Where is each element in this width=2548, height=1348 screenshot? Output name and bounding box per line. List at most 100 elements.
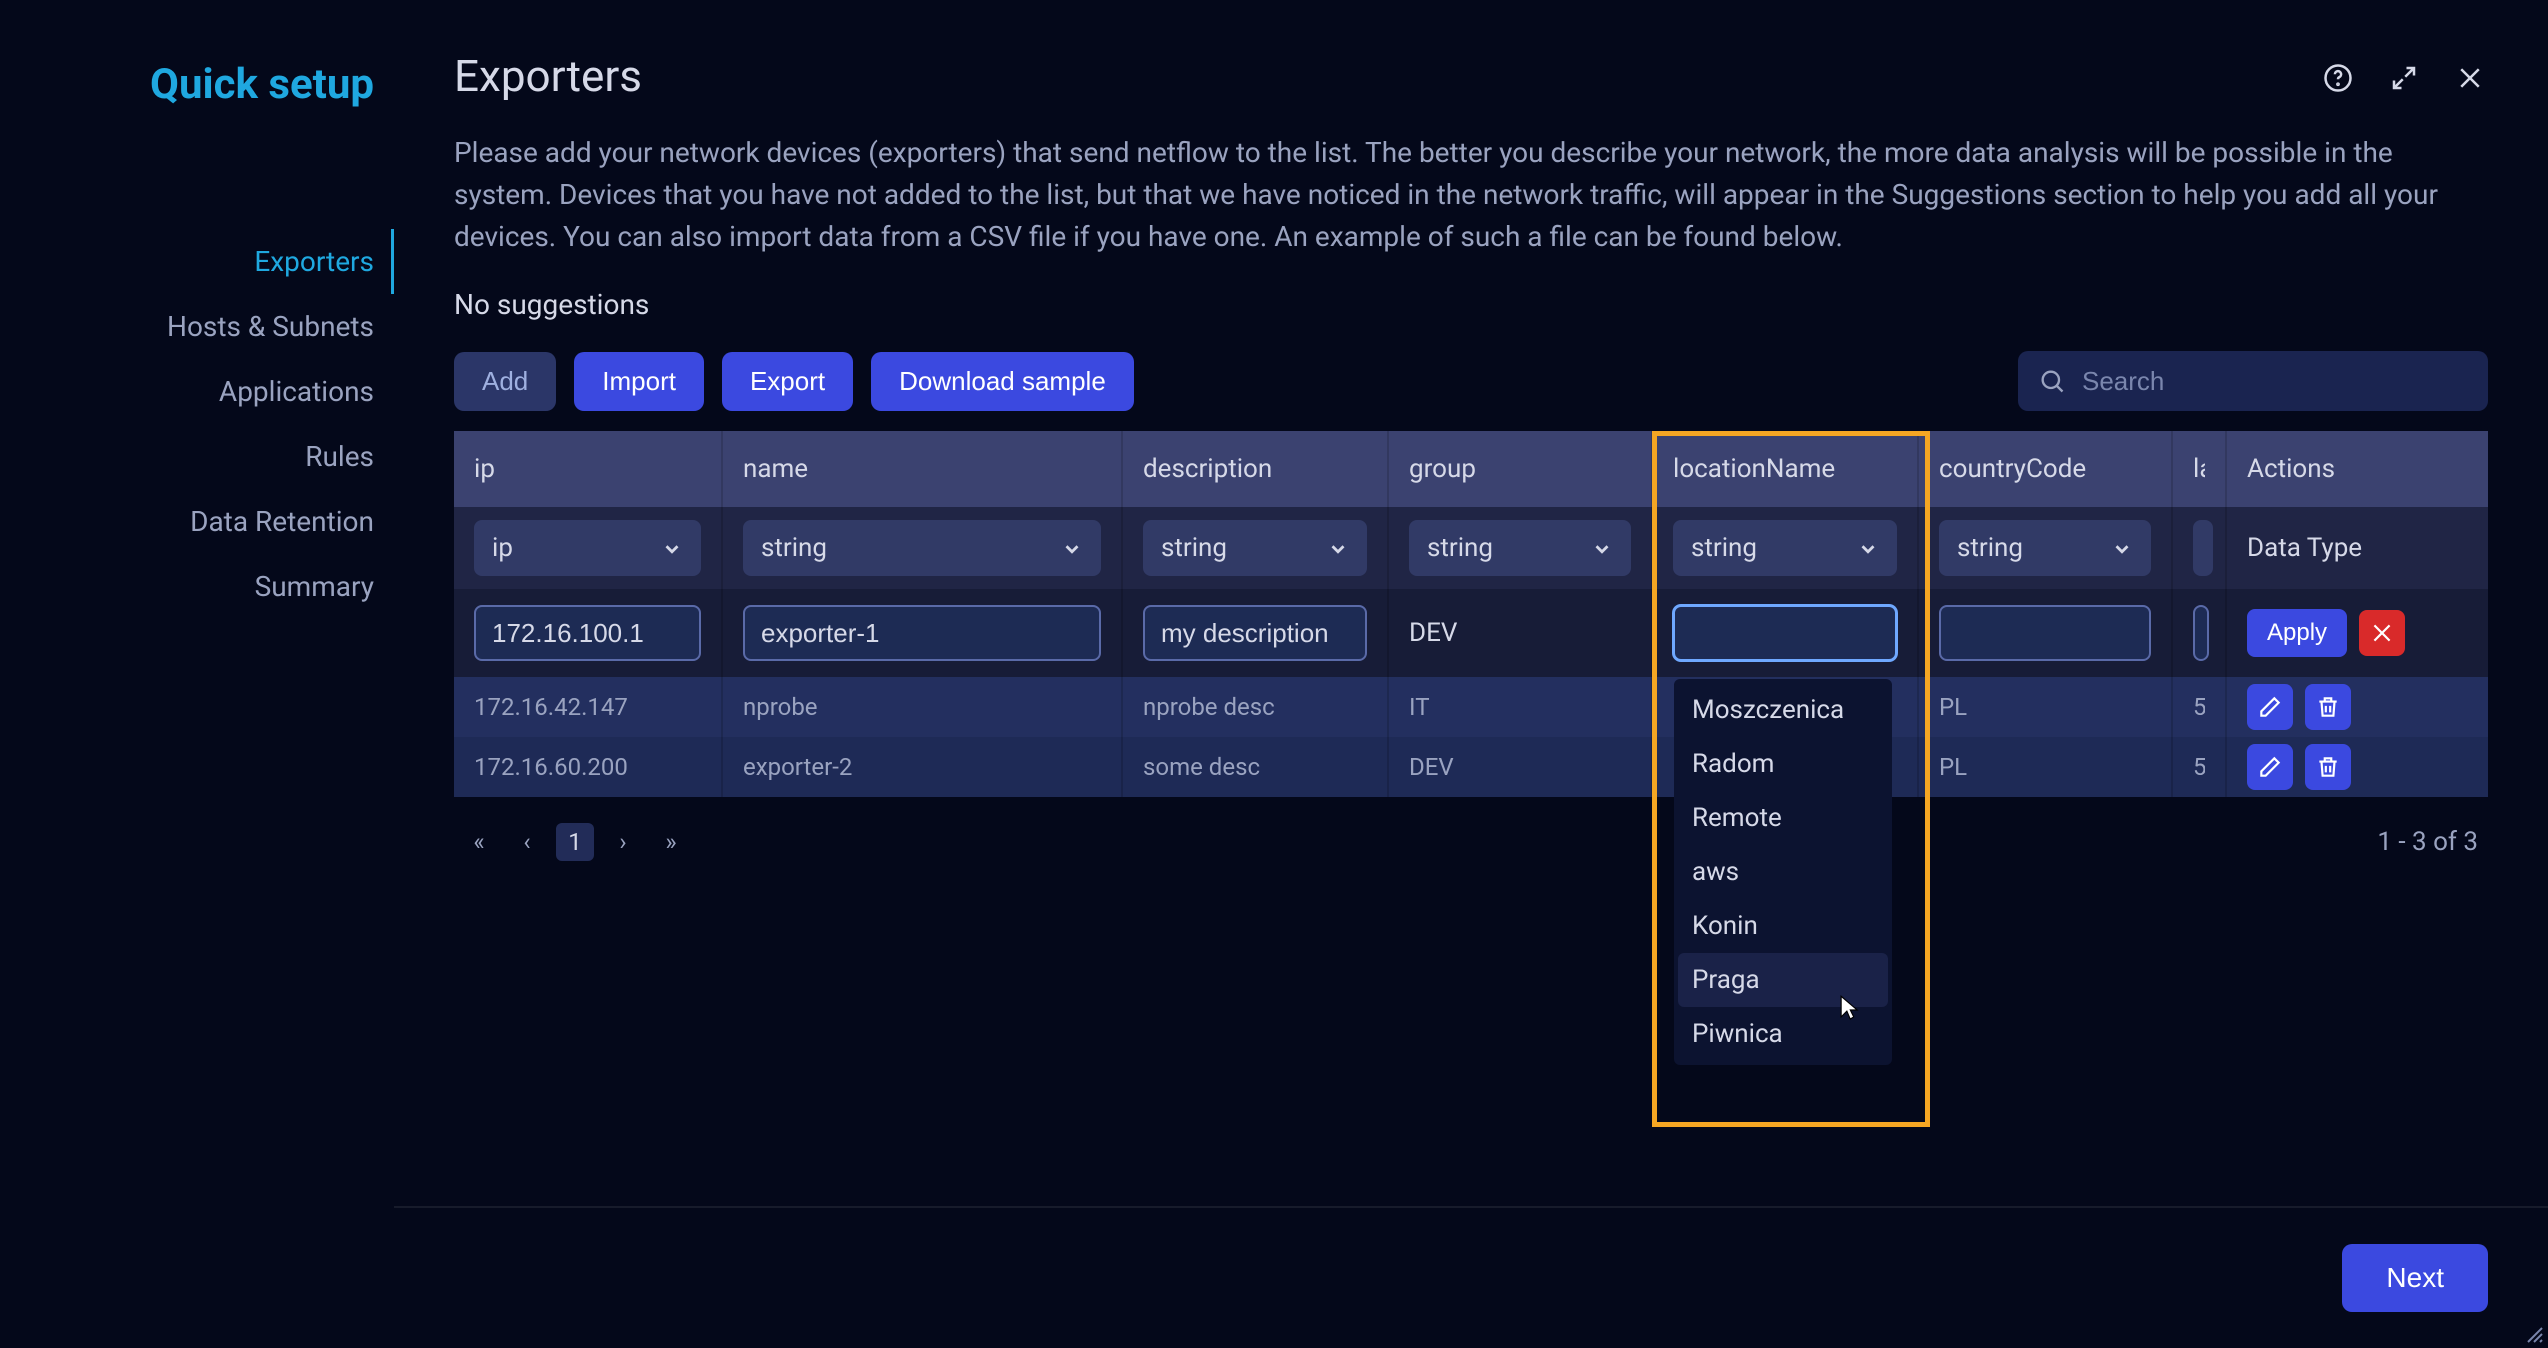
sidebar-title: Quick setup [0, 60, 394, 109]
cell-ip: 172.16.42.147 [454, 677, 722, 737]
cell-description: some desc [1122, 737, 1388, 797]
delete-row-button[interactable] [2305, 684, 2351, 730]
page-description: Please add your network devices (exporte… [394, 102, 2548, 258]
search-input[interactable] [2080, 365, 2468, 398]
col-header-group[interactable]: group [1388, 431, 1652, 507]
toolbar: Add Import Export Download sample [394, 321, 2548, 431]
input-description[interactable] [1143, 605, 1367, 661]
help-icon[interactable] [2320, 60, 2356, 96]
col-header-name[interactable]: name [722, 431, 1122, 507]
pencil-icon [2257, 694, 2283, 720]
pencil-icon [2257, 754, 2283, 780]
delete-row-button[interactable] [2305, 744, 2351, 790]
dropdown-item[interactable]: Remote [1678, 791, 1888, 845]
expand-icon[interactable] [2386, 60, 2422, 96]
input-name[interactable] [743, 605, 1101, 661]
chevron-down-icon [2111, 537, 2133, 559]
filter-group[interactable]: string [1409, 520, 1631, 576]
filter-countrycode[interactable]: string [1939, 520, 2151, 576]
export-button[interactable]: Export [722, 352, 853, 411]
input-countrycode[interactable] [1939, 605, 2151, 661]
filter-actions-label: Data Type [2247, 533, 2362, 563]
filter-lat[interactable]: c [2193, 520, 2213, 576]
dropdown-item[interactable]: Piwnica [1678, 1007, 1888, 1061]
dropdown-item[interactable]: aws [1678, 845, 1888, 899]
next-button[interactable]: Next [2342, 1244, 2488, 1312]
edit-row-button[interactable] [2247, 684, 2293, 730]
page-next-button[interactable]: › [604, 823, 642, 861]
col-header-actions: Actions [2226, 431, 2488, 507]
page-first-button[interactable]: « [460, 823, 498, 861]
table-input-row: DEV Apply [454, 589, 2488, 677]
cell-countrycode: PL [1918, 677, 2172, 737]
cell-ip: 172.16.60.200 [454, 737, 722, 797]
input-locationname[interactable] [1673, 605, 1897, 661]
sidebar-item-exporters[interactable]: Exporters [0, 229, 394, 294]
locationname-dropdown[interactable]: Moszczenica Radom Remote aws Konin Praga… [1674, 679, 1892, 1065]
search-field[interactable] [2018, 351, 2488, 411]
col-header-ip[interactable]: ip [454, 431, 722, 507]
chevron-down-icon [1061, 537, 1083, 559]
page-prev-button[interactable]: ‹ [508, 823, 546, 861]
table-filter-row: ip string string string string string c … [454, 507, 2488, 589]
chevron-down-icon [1327, 537, 1349, 559]
close-icon[interactable] [2452, 60, 2488, 96]
page-title: Exporters [454, 50, 2320, 102]
apply-button[interactable]: Apply [2247, 609, 2347, 657]
filter-ip[interactable]: ip [474, 520, 701, 576]
resize-handle[interactable] [2520, 1320, 2544, 1344]
input-group[interactable]: DEV [1409, 618, 1457, 648]
cell-lat: 52. [2172, 677, 2226, 737]
cell-group: IT [1388, 677, 1652, 737]
trash-icon [2315, 694, 2341, 720]
filter-name[interactable]: string [743, 520, 1101, 576]
sidebar: Quick setup Exporters Hosts & Subnets Ap… [0, 0, 394, 1348]
close-icon [2369, 620, 2395, 646]
dropdown-item[interactable]: Moszczenica [1678, 683, 1888, 737]
chevron-down-icon [1591, 537, 1613, 559]
download-sample-button[interactable]: Download sample [871, 352, 1134, 411]
main: Exporters Please add your network device… [394, 0, 2548, 1348]
cell-countrycode: PL [1918, 737, 2172, 797]
sidebar-item-hosts-subnets[interactable]: Hosts & Subnets [0, 294, 394, 359]
cell-group: DEV [1388, 737, 1652, 797]
table-header-row: ip name description group locationName c… [454, 431, 2488, 507]
table-row: 172.16.60.200 exporter-2 some desc DEV P… [454, 737, 2488, 797]
page-last-button[interactable]: » [652, 823, 690, 861]
cell-name: nprobe [722, 677, 1122, 737]
table-row: 172.16.42.147 nprobe nprobe desc IT PL 5… [454, 677, 2488, 737]
edit-row-button[interactable] [2247, 744, 2293, 790]
input-lat[interactable] [2193, 605, 2209, 661]
pagination: « ‹ 1 › » 1 - 3 of 3 [394, 797, 2548, 861]
cell-name: exporter-2 [722, 737, 1122, 797]
main-header: Exporters [394, 0, 2548, 102]
dropdown-item[interactable]: Konin [1678, 899, 1888, 953]
suggestions-label: No suggestions [394, 258, 2548, 321]
chevron-down-icon [661, 537, 683, 559]
sidebar-items: Exporters Hosts & Subnets Applications R… [0, 229, 394, 619]
col-header-locationname[interactable]: locationName [1652, 431, 1918, 507]
cancel-row-button[interactable] [2359, 610, 2405, 656]
search-icon [2038, 367, 2066, 395]
sidebar-item-rules[interactable]: Rules [0, 424, 394, 489]
add-button[interactable]: Add [454, 352, 556, 411]
footer: Next [394, 1206, 2548, 1348]
col-header-lat[interactable]: lat [2172, 431, 2226, 507]
filter-description[interactable]: string [1143, 520, 1367, 576]
dropdown-item[interactable]: Praga [1678, 953, 1888, 1007]
pagination-status: 1 - 3 of 3 [2377, 827, 2478, 857]
cell-lat: 51.4 [2172, 737, 2226, 797]
filter-locationname[interactable]: string [1673, 520, 1897, 576]
dropdown-item[interactable]: Radom [1678, 737, 1888, 791]
table: ip name description group locationName c… [454, 431, 2488, 797]
chevron-down-icon [1857, 537, 1879, 559]
sidebar-item-data-retention[interactable]: Data Retention [0, 489, 394, 554]
col-header-countrycode[interactable]: countryCode [1918, 431, 2172, 507]
sidebar-item-applications[interactable]: Applications [0, 359, 394, 424]
page-number[interactable]: 1 [556, 823, 594, 861]
import-button[interactable]: Import [574, 352, 704, 411]
trash-icon [2315, 754, 2341, 780]
input-ip[interactable] [474, 605, 701, 661]
col-header-description[interactable]: description [1122, 431, 1388, 507]
sidebar-item-summary[interactable]: Summary [0, 554, 394, 619]
